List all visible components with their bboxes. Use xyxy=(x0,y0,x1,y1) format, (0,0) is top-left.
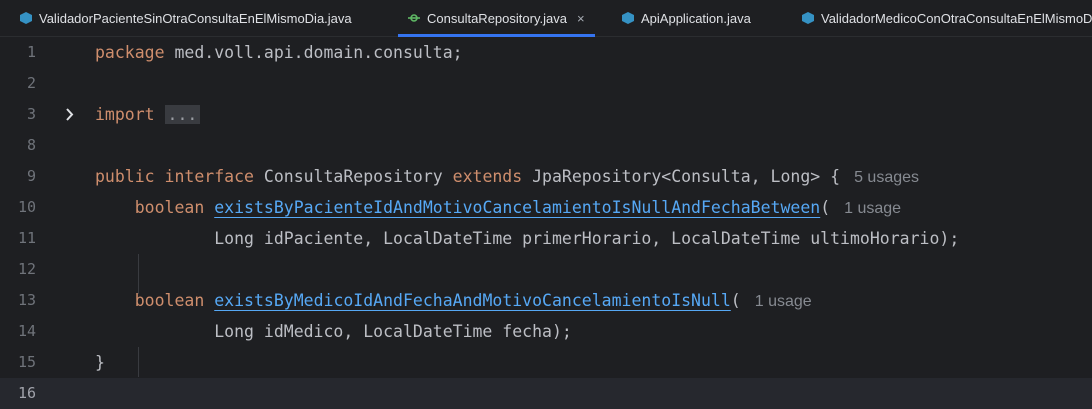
code-text: ( xyxy=(820,198,831,217)
tab-label: ValidadorMedicoConOtraConsultaEnElMismoD… xyxy=(821,10,1092,26)
code-text: Long idMedico, LocalDateTime fecha); xyxy=(214,322,572,341)
tab-consulta-repository[interactable]: ConsultaRepository.java × xyxy=(398,0,595,37)
tab-label: ValidadorPacienteSinOtraConsultaEnElMism… xyxy=(39,10,352,26)
java-class-icon xyxy=(20,12,32,24)
java-class-icon xyxy=(622,12,634,24)
tab-label: ConsultaRepository.java xyxy=(427,10,567,26)
line-number: 9 xyxy=(26,167,36,185)
code-line: 12 xyxy=(0,254,1092,285)
keyword: import xyxy=(95,105,155,124)
line-number: 16 xyxy=(17,384,36,402)
code-text: } xyxy=(95,353,105,372)
code-line: 15 } xyxy=(0,347,1092,378)
line-number: 14 xyxy=(17,322,36,340)
interface-icon xyxy=(408,12,420,24)
keyword: public xyxy=(95,167,155,186)
line-number: 13 xyxy=(17,291,36,309)
code-text: med.voll.api.domain.consulta; xyxy=(164,43,463,62)
keyword: extends xyxy=(452,167,523,186)
line-number: 15 xyxy=(17,353,36,371)
tab-validador-paciente[interactable]: ValidadorPacienteSinOtraConsultaEnElMism… xyxy=(20,0,352,36)
keyword: package xyxy=(95,43,165,62)
line-number: 2 xyxy=(26,74,36,92)
tab-label: ApiApplication.java xyxy=(641,10,751,26)
usages-hint[interactable]: 5 usages xyxy=(854,169,919,186)
code-editor[interactable]: 1 package med.voll.api.domain.consulta; … xyxy=(0,37,1092,409)
line-number: 3 xyxy=(26,105,36,123)
code-line: 10 boolean existsByPacienteIdAndMotivoCa… xyxy=(0,192,1092,223)
line-number: 1 xyxy=(26,43,36,61)
usages-hint[interactable]: 1 usage xyxy=(755,293,812,310)
code-line: 14 Long idMedico, LocalDateTime fecha); xyxy=(0,316,1092,347)
code-text: ConsultaRepository xyxy=(253,167,453,186)
folded-imports[interactable]: ... xyxy=(164,105,201,124)
code-line: 3 import ... xyxy=(0,99,1092,130)
line-number: 10 xyxy=(17,198,36,216)
code-line: 13 boolean existsByMedicoIdAndFechaAndMo… xyxy=(0,285,1092,316)
code-text: ( xyxy=(730,291,741,310)
keyword: boolean xyxy=(134,291,205,310)
java-class-icon xyxy=(802,12,814,24)
line-number: 12 xyxy=(17,260,36,278)
line-number: 8 xyxy=(26,136,36,154)
code-line: 2 xyxy=(0,68,1092,99)
tab-api-application[interactable]: ApiApplication.java xyxy=(622,0,751,36)
editor-tab-bar: ValidadorPacienteSinOtraConsultaEnElMism… xyxy=(0,0,1092,37)
line-number: 11 xyxy=(17,229,36,247)
code-line: 1 package med.voll.api.domain.consulta; xyxy=(0,37,1092,68)
code-line: 8 xyxy=(0,130,1092,161)
method-name[interactable]: existsByPacienteIdAndMotivoCancelamiento… xyxy=(214,198,820,217)
keyword: interface xyxy=(164,167,254,186)
close-icon[interactable]: × xyxy=(577,11,585,26)
code-text: JpaRepository<Consulta, Long> { xyxy=(522,167,841,186)
code-text: Long idPaciente, LocalDateTime primerHor… xyxy=(214,229,960,248)
code-line: 11 Long idPaciente, LocalDateTime primer… xyxy=(0,223,1092,254)
code-line: 9 public interface ConsultaRepository ex… xyxy=(0,161,1092,192)
keyword: boolean xyxy=(134,198,205,217)
code-line-current: 16 xyxy=(0,378,1092,409)
method-name[interactable]: existsByMedicoIdAndFechaAndMotivoCancela… xyxy=(214,291,731,310)
tab-validador-medico[interactable]: ValidadorMedicoConOtraConsultaEnElMismoD… xyxy=(802,0,1092,36)
usages-hint[interactable]: 1 usage xyxy=(844,200,901,217)
